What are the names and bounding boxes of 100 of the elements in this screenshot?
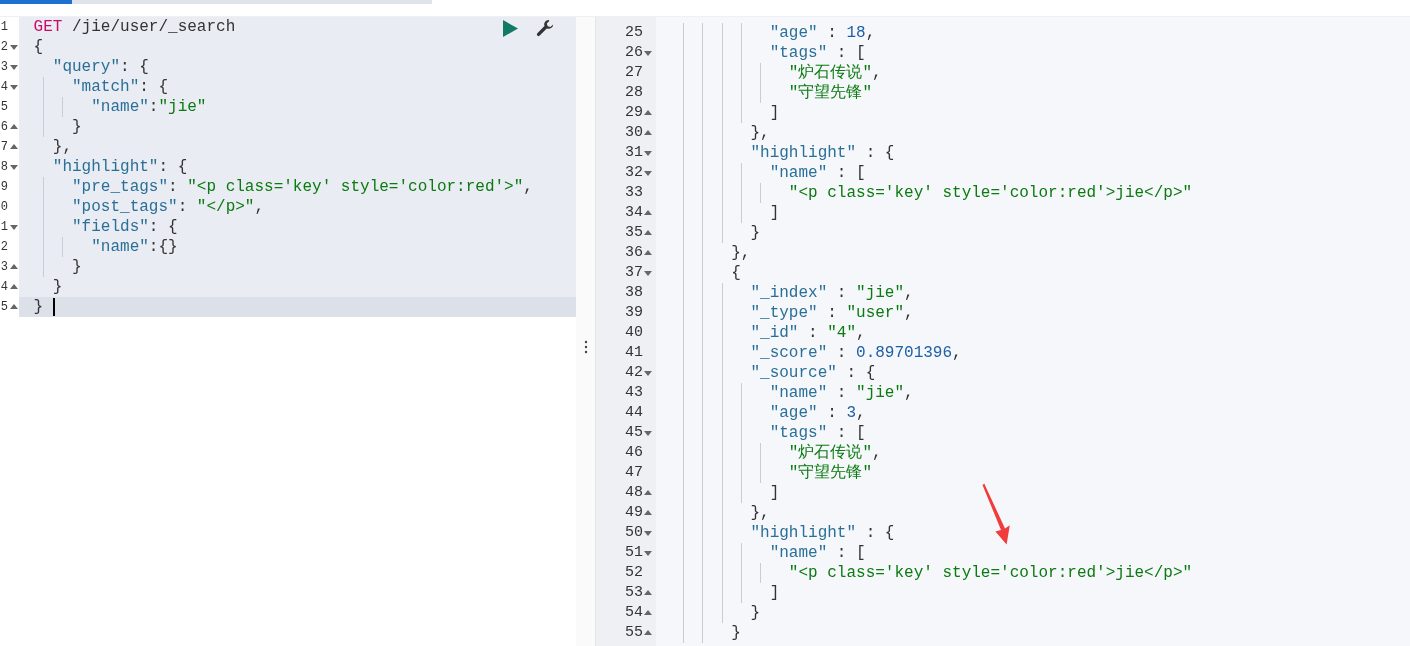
code-line: } <box>749 224 761 242</box>
code-line: } <box>730 624 741 642</box>
line-number: 31 <box>625 143 643 163</box>
code-line: }, <box>730 244 751 262</box>
fold-end-icon[interactable] <box>10 123 18 131</box>
code-line: "highlight" : { <box>749 144 895 162</box>
code-line: "_id" : "4", <box>749 324 866 342</box>
code-line: "name" : [ <box>768 164 866 182</box>
fold-toggle-icon[interactable] <box>644 549 652 557</box>
code-line: "<p class='key' style='color:red'>jie</p>" <box>787 564 1193 582</box>
code-line: } <box>33 298 44 316</box>
code-line: "name":{} <box>90 238 178 256</box>
fold-end-icon[interactable] <box>644 509 652 517</box>
wrench-icon[interactable] <box>536 19 554 37</box>
line-number: 36 <box>625 243 643 263</box>
line-number: 3 <box>0 59 8 76</box>
line-number: 5 <box>0 99 8 116</box>
code-line: "pre_tags": "<p class='key' style='color:red'>", <box>71 178 533 196</box>
fold-toggle-icon[interactable] <box>644 529 652 537</box>
code-line: "name":"jie" <box>90 98 207 116</box>
fold-end-icon[interactable] <box>644 229 652 237</box>
code-line: "守望先锋" <box>787 84 873 102</box>
line-number: 2 <box>0 239 8 256</box>
code-line: } <box>71 258 82 276</box>
fold-end-icon[interactable] <box>644 589 652 597</box>
line-number: 29 <box>625 103 643 123</box>
fold-end-icon[interactable] <box>10 263 18 271</box>
code-line: "tags" : [ <box>768 44 866 62</box>
fold-end-icon[interactable] <box>10 283 18 291</box>
line-number: 5 <box>0 299 8 316</box>
line-number: 54 <box>625 603 643 623</box>
fold-end-icon[interactable] <box>644 249 652 257</box>
code-line: ] <box>768 104 780 122</box>
resize-handle-icon[interactable] <box>583 339 588 354</box>
fold-toggle-icon[interactable] <box>10 83 18 91</box>
line-number: 46 <box>625 443 643 463</box>
fold-toggle-icon[interactable] <box>644 429 652 437</box>
fold-end-icon[interactable] <box>644 129 652 137</box>
line-number: 34 <box>625 203 643 223</box>
line-number: 9 <box>0 179 8 196</box>
fold-toggle-icon[interactable] <box>644 169 652 177</box>
code-line: "炉石传说", <box>787 64 882 82</box>
line-number: 51 <box>625 543 643 563</box>
line-number: 39 <box>625 303 643 323</box>
line-number: 26 <box>625 43 643 63</box>
code-line: "_index" : "jie", <box>749 284 914 302</box>
line-number: 27 <box>625 63 643 83</box>
fold-toggle-icon[interactable] <box>10 43 18 51</box>
fold-toggle-icon[interactable] <box>10 63 18 71</box>
fold-end-icon[interactable] <box>644 209 652 217</box>
fold-toggle-icon[interactable] <box>644 269 652 277</box>
play-icon[interactable] <box>503 19 518 37</box>
code-line: { <box>33 38 44 56</box>
line-number: 42 <box>625 363 643 383</box>
code-line: "_type" : "user", <box>749 304 914 322</box>
fold-toggle-icon[interactable] <box>644 369 652 377</box>
fold-end-icon[interactable] <box>644 489 652 497</box>
fold-end-icon[interactable] <box>644 629 652 637</box>
line-number: 8 <box>0 159 8 176</box>
code-line: }, <box>51 138 72 156</box>
line-number: 47 <box>625 463 643 483</box>
fold-end-icon[interactable] <box>10 143 18 151</box>
code-line: ] <box>768 484 780 502</box>
code-line: }, <box>749 504 770 522</box>
line-number: 7 <box>0 139 8 156</box>
line-number: 49 <box>625 503 643 523</box>
fold-end-icon[interactable] <box>644 609 652 617</box>
code-line: "query": { <box>51 58 149 76</box>
code-line: GET /jie/user/_search <box>33 18 236 36</box>
code-line: "highlight" : { <box>749 524 895 542</box>
line-number: 43 <box>625 383 643 403</box>
line-number: 38 <box>625 283 643 303</box>
line-number: 1 <box>0 19 8 36</box>
line-number: 25 <box>625 23 643 43</box>
fold-toggle-icon[interactable] <box>644 149 652 157</box>
code-line: "<p class='key' style='color:red'>jie</p>" <box>787 184 1193 202</box>
fold-toggle-icon[interactable] <box>644 49 652 57</box>
line-number: 41 <box>625 343 643 363</box>
code-line: } <box>749 604 761 622</box>
fold-end-icon[interactable] <box>10 303 18 311</box>
text-cursor <box>52 297 55 316</box>
line-number: 6 <box>0 119 8 136</box>
line-number: 44 <box>625 403 643 423</box>
tab-indicator <box>0 0 72 4</box>
line-number: 28 <box>625 83 643 103</box>
line-number: 52 <box>625 563 643 583</box>
code-line: "post_tags": "</p>", <box>71 198 265 216</box>
code-line: ] <box>768 204 780 222</box>
fold-toggle-icon[interactable] <box>10 163 18 171</box>
code-line: "_source" : { <box>749 364 876 382</box>
code-line: "age" : 18, <box>768 24 876 42</box>
line-number: 48 <box>625 483 643 503</box>
code-line: { <box>730 264 741 282</box>
fold-toggle-icon[interactable] <box>10 223 18 231</box>
line-number: 4 <box>0 279 8 296</box>
line-number: 30 <box>625 123 643 143</box>
line-number: 40 <box>625 323 643 343</box>
line-number: 33 <box>625 183 643 203</box>
code-line: }, <box>749 124 770 142</box>
fold-end-icon[interactable] <box>644 109 652 117</box>
